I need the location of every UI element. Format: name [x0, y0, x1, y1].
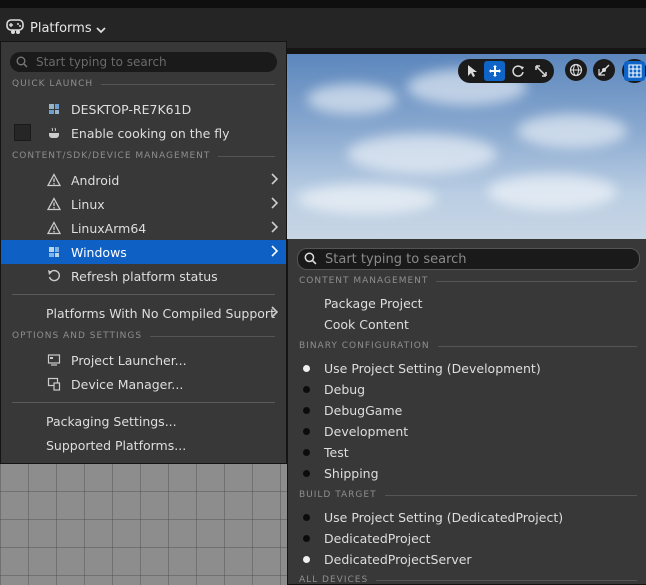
- viewport-snap-toggle: [593, 59, 615, 81]
- binary-config-option[interactable]: DebugGame: [288, 400, 646, 421]
- grid-snap-icon[interactable]: [624, 61, 645, 81]
- platforms-search-input[interactable]: [34, 54, 247, 70]
- refresh-platform-status[interactable]: Refresh platform status: [1, 264, 286, 288]
- window-top-strip: [0, 0, 646, 8]
- platform-windows[interactable]: Windows: [1, 240, 286, 264]
- surface-snap-icon[interactable]: [593, 59, 615, 81]
- chevron-right-icon: [270, 221, 279, 236]
- search-icon: [16, 53, 28, 72]
- section-options-settings: OPTIONS AND SETTINGS: [12, 331, 275, 341]
- binary-config-option[interactable]: Test: [288, 442, 646, 463]
- windows-submenu: CONTENT MANAGEMENT Package Project Cook …: [287, 239, 646, 585]
- platform-android[interactable]: Android: [1, 168, 286, 192]
- scale-icon[interactable]: [530, 61, 551, 81]
- windows-device-icon: [46, 101, 62, 117]
- device-manager-icon: [46, 376, 62, 392]
- platforms-button-label: Platforms: [30, 20, 92, 36]
- menu-divider: [12, 294, 275, 295]
- platforms-menu: QUICK LAUNCH DESKTOP-RE7K61D Enable cook…: [0, 41, 287, 464]
- cook-content[interactable]: Cook Content: [324, 317, 409, 332]
- viewport-floor[interactable]: [0, 463, 287, 585]
- viewport-transform-tools: [458, 59, 554, 83]
- windows-icon: [46, 244, 62, 260]
- radio-selected-icon: [303, 365, 310, 372]
- radio-unselected-icon: [303, 514, 310, 521]
- section-binary-configuration: BINARY CONFIGURATION: [299, 341, 637, 351]
- enable-cooking-on-the-fly[interactable]: Enable cooking on the fly: [1, 121, 286, 145]
- gamepad-icon: [6, 17, 26, 39]
- cooking-pot-icon: [46, 125, 62, 141]
- platforms-search[interactable]: [10, 52, 277, 72]
- binary-config-option[interactable]: Use Project Setting (Development): [288, 358, 646, 379]
- radio-unselected-icon: [303, 535, 310, 542]
- section-build-target: BUILD TARGET: [299, 490, 637, 500]
- binary-config-option[interactable]: Development: [288, 421, 646, 442]
- warning-icon: [46, 220, 62, 236]
- radio-unselected-icon: [303, 407, 310, 414]
- globe-icon[interactable]: [565, 59, 587, 81]
- chevron-right-icon: [270, 245, 279, 260]
- select-icon[interactable]: [461, 61, 482, 81]
- cook-on-fly-checkbox[interactable]: [14, 124, 31, 141]
- windows-search-input[interactable]: [323, 250, 595, 268]
- platform-linux[interactable]: Linux: [1, 192, 286, 216]
- chevron-right-icon: [270, 173, 279, 188]
- warning-icon: [46, 196, 62, 212]
- package-project[interactable]: Package Project: [324, 296, 423, 311]
- build-target-option[interactable]: DedicatedProject: [288, 528, 646, 549]
- radio-unselected-icon: [303, 449, 310, 456]
- rotate-icon[interactable]: [507, 61, 528, 81]
- radio-selected-icon: [303, 556, 310, 563]
- supported-platforms[interactable]: Supported Platforms...: [1, 433, 286, 457]
- viewport-space-toggle: [565, 59, 587, 81]
- menu-divider: [12, 402, 275, 403]
- platform-linuxarm64[interactable]: LinuxArm64: [1, 216, 286, 240]
- project-launcher[interactable]: Project Launcher...: [1, 348, 286, 372]
- quick-launch-device[interactable]: DESKTOP-RE7K61D: [1, 97, 286, 121]
- radio-unselected-icon: [303, 470, 310, 477]
- chevron-right-icon: [270, 306, 279, 321]
- windows-search[interactable]: [297, 248, 640, 270]
- section-content-management: CONTENT MANAGEMENT: [299, 276, 637, 286]
- warning-icon: [46, 172, 62, 188]
- radio-unselected-icon: [303, 386, 310, 393]
- platforms-button[interactable]: Platforms: [6, 17, 106, 39]
- section-quick-launch: QUICK LAUNCH: [12, 79, 275, 89]
- device-manager[interactable]: Device Manager...: [1, 372, 286, 396]
- project-launcher-icon: [46, 352, 62, 368]
- move-icon[interactable]: [484, 61, 505, 81]
- binary-config-option[interactable]: Debug: [288, 379, 646, 400]
- section-content-sdk: CONTENT/SDK/DEVICE MANAGEMENT: [12, 151, 275, 161]
- build-target-option[interactable]: Use Project Setting (DedicatedProject): [288, 507, 646, 528]
- section-all-devices: ALL DEVICES: [299, 575, 637, 585]
- binary-config-option[interactable]: Shipping: [288, 463, 646, 484]
- build-target-option[interactable]: DedicatedProjectServer: [288, 549, 646, 570]
- search-icon: [304, 250, 317, 269]
- platforms-no-compiled-support[interactable]: Platforms With No Compiled Support: [1, 301, 286, 325]
- radio-unselected-icon: [303, 428, 310, 435]
- chevron-right-icon: [270, 197, 279, 212]
- refresh-icon: [46, 268, 62, 284]
- packaging-settings[interactable]: Packaging Settings...: [1, 409, 286, 433]
- chevron-down-icon: [95, 19, 106, 38]
- viewport-grid-snap: [622, 59, 646, 83]
